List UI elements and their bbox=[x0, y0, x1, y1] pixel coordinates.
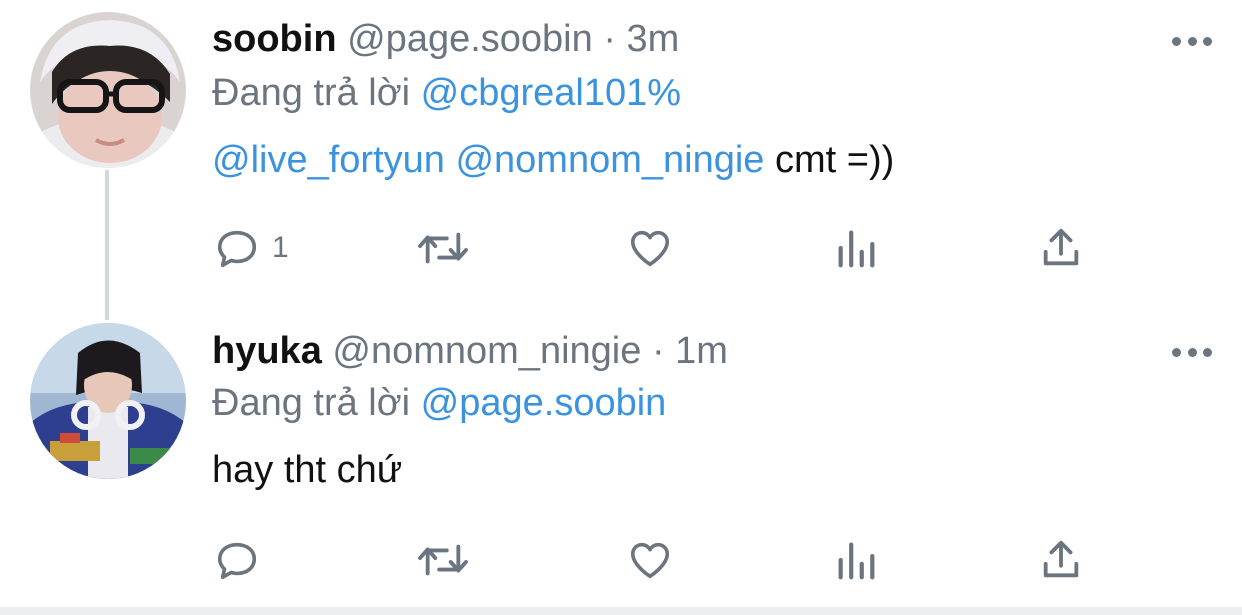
tweet-header: hyuka @nomnom_ningie · 1m bbox=[212, 326, 728, 376]
user-handle[interactable]: @page.soobin bbox=[347, 18, 593, 60]
like-icon bbox=[630, 230, 670, 267]
more-icon bbox=[1172, 36, 1181, 46]
tweet-hyuka[interactable]: hyuka @nomnom_ningie · 1m Đang trả lời @… bbox=[0, 310, 1242, 608]
tweet-text: @live_fortyun @nomnom_ningie cmt =)) bbox=[212, 135, 894, 185]
reply-to-mention[interactable]: @page.soobin bbox=[421, 382, 667, 424]
more-options-button[interactable] bbox=[1172, 347, 1212, 357]
retweet-button[interactable] bbox=[414, 218, 472, 278]
share-button[interactable] bbox=[1038, 218, 1084, 278]
retweet-icon bbox=[418, 544, 468, 576]
timestamp[interactable]: 1m bbox=[675, 330, 728, 372]
more-icon bbox=[1187, 36, 1197, 46]
reply-prefix-label: Đang trả lời bbox=[212, 382, 411, 424]
user-handle[interactable]: @nomnom_ningie bbox=[332, 330, 641, 372]
reply-icon bbox=[217, 230, 257, 268]
more-icon bbox=[1187, 347, 1197, 357]
retweet-icon bbox=[418, 232, 468, 264]
views-button[interactable] bbox=[834, 530, 878, 590]
divider bbox=[0, 607, 1242, 615]
separator-dot: · bbox=[651, 330, 665, 372]
display-name[interactable]: soobin bbox=[212, 18, 337, 60]
mention-link[interactable]: @live_fortyun bbox=[212, 139, 445, 181]
display-name[interactable]: hyuka bbox=[212, 330, 322, 372]
timestamp[interactable]: 3m bbox=[627, 18, 680, 60]
views-icon bbox=[838, 230, 875, 268]
share-button[interactable] bbox=[1038, 530, 1084, 590]
reply-prefix-label: Đang trả lời bbox=[212, 72, 411, 114]
replying-to: Đang trả lời @cbgreal101% bbox=[212, 68, 681, 118]
like-icon bbox=[630, 542, 670, 579]
mention-link[interactable]: @nomnom_ningie bbox=[455, 139, 764, 181]
reply-button[interactable] bbox=[214, 530, 260, 590]
share-icon bbox=[1043, 228, 1079, 266]
tweet-text: hay tht chứ bbox=[212, 445, 402, 495]
like-button[interactable] bbox=[626, 218, 674, 278]
tweet-text-content: hay tht chứ bbox=[212, 449, 403, 491]
avatar[interactable] bbox=[30, 12, 186, 168]
tweet-action-bar: 1 bbox=[0, 218, 1242, 278]
separator-dot: · bbox=[603, 18, 616, 60]
tweet-header: soobin @page.soobin · 3m bbox=[212, 14, 679, 64]
avatar-photo-icon bbox=[30, 323, 186, 479]
reply-to-mention[interactable]: @cbgreal101% bbox=[421, 72, 681, 114]
reply-count: 1 bbox=[272, 231, 289, 264]
more-options-button[interactable] bbox=[1172, 36, 1212, 46]
reply-icon bbox=[217, 542, 257, 580]
more-icon bbox=[1172, 347, 1181, 357]
tweet-soobin[interactable]: soobin @page.soobin · 3m Đang trả lời @c… bbox=[0, 0, 1242, 320]
views-button[interactable] bbox=[834, 218, 878, 278]
like-button[interactable] bbox=[626, 530, 674, 590]
share-icon bbox=[1043, 540, 1079, 578]
replying-to: Đang trả lời @page.soobin bbox=[212, 378, 666, 428]
tweet-action-bar bbox=[0, 530, 1242, 590]
avatar[interactable] bbox=[30, 323, 186, 479]
more-icon bbox=[1203, 347, 1212, 357]
views-icon bbox=[838, 542, 875, 580]
more-icon bbox=[1203, 36, 1212, 46]
avatar-photo-icon bbox=[30, 12, 186, 168]
tweet-text-content: cmt =)) bbox=[775, 139, 895, 181]
reply-button[interactable]: 1 bbox=[214, 218, 289, 278]
retweet-button[interactable] bbox=[414, 530, 472, 590]
